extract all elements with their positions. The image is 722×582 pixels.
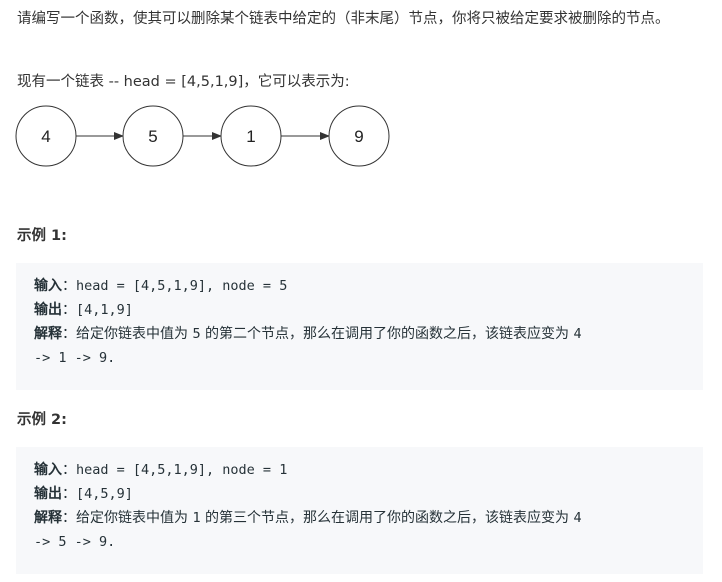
node-value: 9	[354, 127, 363, 146]
list-node-2: 5	[122, 105, 184, 167]
input-value: head = [4,5,1,9], node = 5	[76, 278, 288, 294]
output-colon: ：	[62, 486, 76, 502]
list-node-4: 9	[328, 105, 390, 167]
linked-list-statement: 现有一个链表 -- head = [4,5,1,9]，它可以表示为:	[17, 74, 350, 90]
input-colon: ：	[62, 278, 76, 294]
explanation-colon: ：	[62, 510, 76, 526]
explanation-text-part2: 的第二个节点，那么在调用了你的函数之后，该链表应变为	[200, 326, 574, 342]
explanation-text-part1: 给定你链表中值为	[76, 510, 193, 526]
output-label: 输出	[34, 302, 62, 318]
linked-list-diagram: 4 5 1 9	[15, 105, 390, 167]
output-value: [4,1,9]	[76, 302, 133, 318]
example-2-explanation-line: 解释：给定你链表中值为 1 的第三个节点，那么在调用了你的函数之后，该链表应变为…	[34, 506, 685, 530]
explanation-text-part2: 的第三个节点，那么在调用了你的函数之后，该链表应变为	[200, 510, 574, 526]
example-2-code-block: 输入：head = [4,5,1,9], node = 1 输出：[4,5,9]…	[16, 447, 703, 574]
example-1-input-line: 输入：head = [4,5,1,9], node = 5	[34, 274, 685, 298]
input-label: 输入	[34, 462, 62, 478]
explanation-colon: ：	[62, 326, 76, 342]
example-2-input-line: 输入：head = [4,5,1,9], node = 1	[34, 458, 685, 482]
example-1-title: 示例 1:	[17, 228, 67, 244]
explanation-result-end: -> 5 -> 9.	[34, 534, 116, 550]
explanation-node-value: 1	[192, 510, 201, 526]
example-1-explanation-continuation: -> 1 -> 9.	[34, 346, 685, 370]
example-1-output-line: 输出：[4,1,9]	[34, 298, 685, 322]
node-value: 5	[148, 127, 157, 146]
output-label: 输出	[34, 486, 62, 502]
example-2-explanation-continuation: -> 5 -> 9.	[34, 530, 685, 554]
node-value: 4	[41, 127, 50, 146]
explanation-label: 解释	[34, 510, 62, 526]
output-colon: ：	[62, 302, 76, 318]
explanation-node-value: 5	[192, 326, 201, 342]
problem-description: 请编写一个函数，使其可以删除某个链表中给定的（非末尾）节点，你将只被给定要求被删…	[17, 11, 670, 27]
list-node-1: 4	[15, 105, 77, 167]
output-value: [4,5,9]	[76, 486, 133, 502]
example-2-output-line: 输出：[4,5,9]	[34, 482, 685, 506]
example-2-title: 示例 2:	[17, 412, 67, 428]
explanation-label: 解释	[34, 326, 62, 342]
node-value: 1	[246, 127, 255, 146]
input-colon: ：	[62, 462, 76, 478]
input-label: 输入	[34, 278, 62, 294]
explanation-result-start: 4	[573, 326, 582, 342]
explanation-result-end: -> 1 -> 9.	[34, 350, 116, 366]
list-node-3: 1	[220, 105, 282, 167]
example-1-code-block: 输入：head = [4,5,1,9], node = 5 输出：[4,1,9]…	[16, 263, 703, 390]
explanation-result-start: 4	[573, 510, 582, 526]
example-1-explanation-line: 解释：给定你链表中值为 5 的第二个节点，那么在调用了你的函数之后，该链表应变为…	[34, 322, 685, 346]
explanation-text-part1: 给定你链表中值为	[76, 326, 193, 342]
input-value: head = [4,5,1,9], node = 1	[76, 462, 288, 478]
